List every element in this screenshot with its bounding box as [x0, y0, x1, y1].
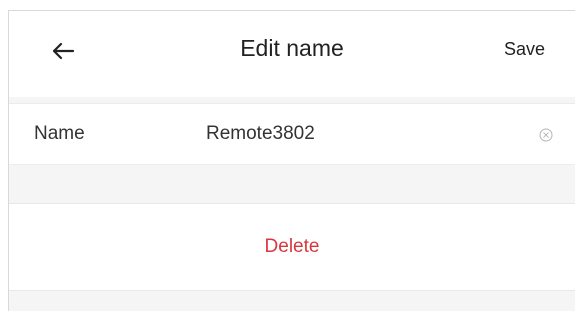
- page-title: Edit name: [240, 35, 344, 61]
- header-bar: Edit name Save: [9, 11, 575, 97]
- back-button[interactable]: [43, 33, 83, 69]
- edit-name-screen: Edit name Save Name Delete: [8, 10, 575, 311]
- name-input[interactable]: [206, 116, 506, 152]
- name-label: Name: [34, 123, 85, 144]
- delete-label: Delete: [264, 236, 320, 257]
- clear-input-button[interactable]: [537, 126, 555, 144]
- clear-circle-icon: [539, 128, 553, 142]
- save-button[interactable]: Save: [504, 39, 545, 60]
- arrow-left-icon: [52, 42, 75, 60]
- name-field-row: Name: [9, 103, 575, 165]
- delete-button[interactable]: Delete: [9, 203, 575, 291]
